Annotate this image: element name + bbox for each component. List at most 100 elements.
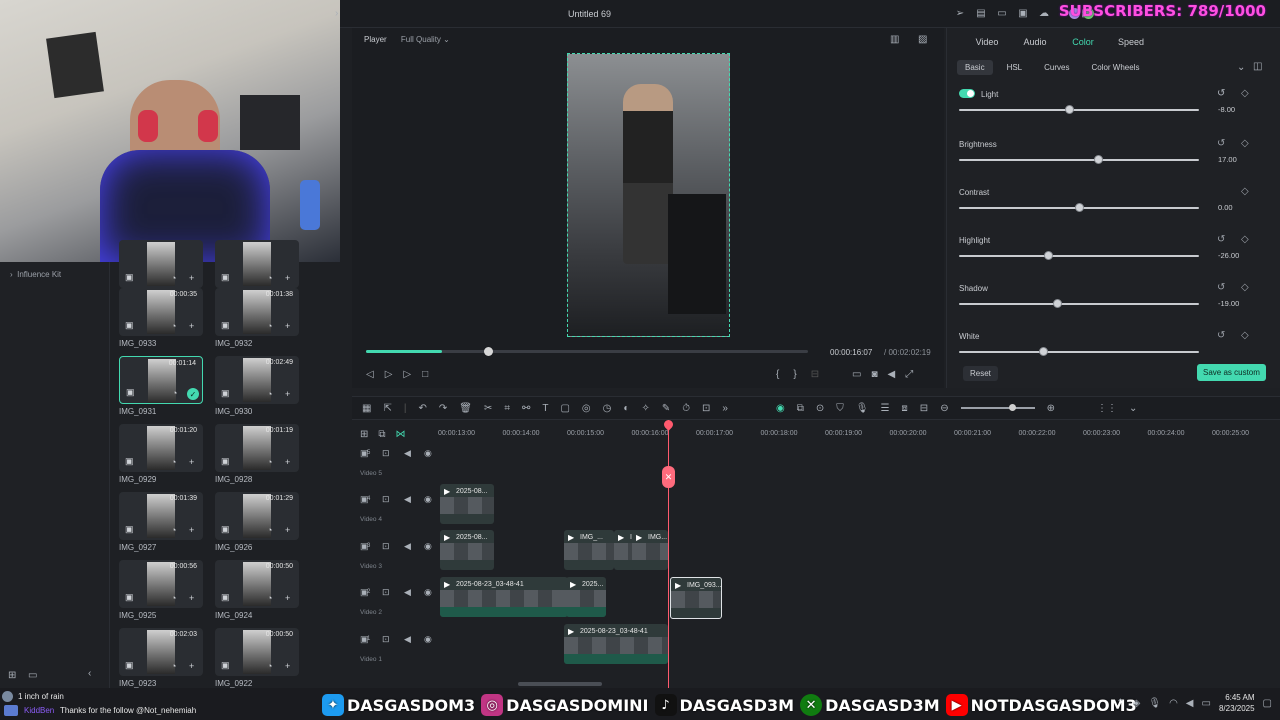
ai-icon[interactable]: ◔ [267,389,272,399]
battery-icon[interactable]: ▭ [1202,698,1211,709]
ai-icon[interactable]: ◔ [171,661,176,671]
compare-icon[interactable]: ▥ [890,34,899,45]
snap-icon[interactable]: ⋈ [396,429,406,440]
play-icon[interactable]: ▷ [385,369,393,380]
reset-icon[interactable]: ↺ [1217,330,1225,341]
add-track-icon[interactable]: ⊞ [360,429,368,440]
play-full-icon[interactable]: ▷ [403,369,411,380]
display-icon[interactable]: ▭ [852,369,861,380]
ai-icon[interactable]: ◔ [171,525,176,535]
text-icon[interactable]: T [542,403,548,414]
fullscreen-icon[interactable]: ⤢ [905,369,913,380]
ai-icon[interactable]: ✧ [641,403,649,414]
param-value[interactable]: 0.00 [1218,203,1233,212]
param-slider[interactable] [959,203,1199,212]
media-thumbnail[interactable]: 00:02:49 ▣ ◔ + [215,356,299,404]
folder-add-icon[interactable]: ⊞ [8,670,16,681]
prev-frame-icon[interactable]: ◁ [366,369,374,380]
media-thumbnail[interactable]: 00:00:50 ▣ ◔ + [215,560,299,608]
more-icon[interactable]: » [722,403,728,414]
param-slider[interactable] [959,105,1199,114]
param-value[interactable]: -26.00 [1218,251,1239,260]
eye-icon[interactable]: ◉ [424,587,432,598]
lock-icon[interactable]: ⊡ [382,587,390,598]
add-icon[interactable]: + [189,321,194,331]
volume-icon[interactable]: ◀ [888,369,896,380]
list-icon[interactable]: ☰ [880,403,889,414]
notification-icon[interactable]: ▢ [1263,698,1272,709]
video-preview[interactable] [567,53,730,337]
reset-icon[interactable]: ↺ [1217,282,1225,293]
slider-handle[interactable] [1053,299,1063,308]
progress-handle[interactable] [483,347,493,356]
media-thumbnail[interactable]: ▣ ◔ + [215,240,299,288]
chevron-right-icon[interactable]: › [335,8,338,19]
param-slider[interactable] [959,251,1199,260]
timeline-clip[interactable]: ▶ 2025-08... [440,530,494,570]
cut-icon[interactable]: ✂ [484,403,492,414]
timer-icon[interactable]: ⏱ [682,403,690,414]
chevron-up-icon[interactable]: ⌃ [1116,698,1124,709]
color-icon[interactable]: ◐ [623,403,629,414]
insert-icon[interactable]: ⊟ [811,369,819,380]
timeline-clip[interactable]: ▶ 2025-08... [440,484,494,524]
box-icon[interactable]: ▢ [560,403,569,414]
media-thumbnail[interactable]: 00:02:03 ▣ ◔ + [119,628,203,676]
lock-icon[interactable]: ⊡ [382,541,390,552]
media-thumbnail[interactable]: 00:01:29 ▣ ◔ + [215,492,299,540]
send-icon[interactable]: ➢ [954,7,966,19]
slider-handle[interactable] [1039,347,1048,356]
media-thumbnail[interactable]: 00:01:20 ▣ ◔ + [119,424,203,472]
add-icon[interactable]: + [189,457,194,467]
timeline-scrollbar[interactable] [518,682,602,686]
eye-icon[interactable]: ◉ [424,448,432,459]
link-icon[interactable]: ⚯ [522,403,530,414]
mask-icon[interactable]: ◎ [582,403,591,414]
layout-icon[interactable]: ▦ [362,403,371,414]
timeline-clip[interactable]: ▶ 2025-08-23_03-48-41 [564,624,668,664]
ai-icon[interactable]: ◔ [267,661,272,671]
monitor-icon[interactable]: ▭ [996,7,1008,19]
media-thumbnail[interactable]: 00:01:39 ▣ ◔ + [119,492,203,540]
render-icon[interactable]: ⊙ [816,403,824,414]
timeline-clip[interactable]: ▶ 2025-08-23_03-48-41 [440,577,568,617]
crop-icon[interactable]: ⌗ [504,403,510,414]
add-icon[interactable]: + [285,389,290,399]
zoom-out-icon[interactable]: ⊖ [940,403,948,414]
timeline-clip[interactable]: ▶ IMG_... [564,530,614,570]
stop-icon[interactable]: □ [422,369,428,380]
timeline-clip[interactable]: ▶ 2025... [566,577,606,617]
add-icon[interactable]: + [285,593,290,603]
lock-icon[interactable]: ⊡ [382,494,390,505]
keyframe-icon[interactable]: ◇ [1241,186,1249,197]
influence-kit-item[interactable]: › Influence Kit [10,270,61,279]
edit-icon[interactable]: ✎ [662,403,670,414]
eye-icon[interactable]: ◉ [424,634,432,645]
ai-icon[interactable]: ◔ [267,593,272,603]
cloud-icon[interactable]: ☁ [1038,7,1050,19]
slider-handle[interactable] [1043,251,1053,260]
param-value[interactable]: 17.00 [1218,155,1237,164]
reset-icon[interactable]: ↺ [1217,88,1225,99]
snapshot-icon[interactable]: ▨ [918,34,927,45]
save-icon[interactable]: ▣ [1017,7,1029,19]
undo-icon[interactable]: ↶ [418,403,426,414]
add-icon[interactable]: + [189,273,194,283]
media-thumbnail[interactable]: 00:01:14▣◔+✓ [119,356,203,404]
eye-icon[interactable]: ◉ [424,494,432,505]
link-track-icon[interactable]: ⧉ [378,429,385,440]
select-icon[interactable]: ⇱ [383,403,391,414]
media-thumbnail[interactable]: 00:01:19 ▣ ◔ + [215,424,299,472]
slider-handle[interactable] [1075,203,1084,212]
keyframe-icon[interactable]: ◇ [1241,234,1249,245]
keyframe-icon[interactable]: ◇ [1241,330,1249,341]
add-icon[interactable]: + [285,273,290,283]
volume-icon[interactable]: ◀ [404,448,411,459]
reset-icon[interactable]: ↺ [1217,234,1225,245]
media-thumbnail[interactable]: 00:01:38 ▣ ◔ + [215,288,299,336]
split-icon[interactable]: ⊟ [920,403,928,414]
ai-icon[interactable]: ◔ [267,457,272,467]
ai-icon[interactable]: ◔ [267,273,272,283]
mic-icon[interactable]: 🎙 [1148,698,1161,709]
slider-handle[interactable] [1094,155,1104,164]
